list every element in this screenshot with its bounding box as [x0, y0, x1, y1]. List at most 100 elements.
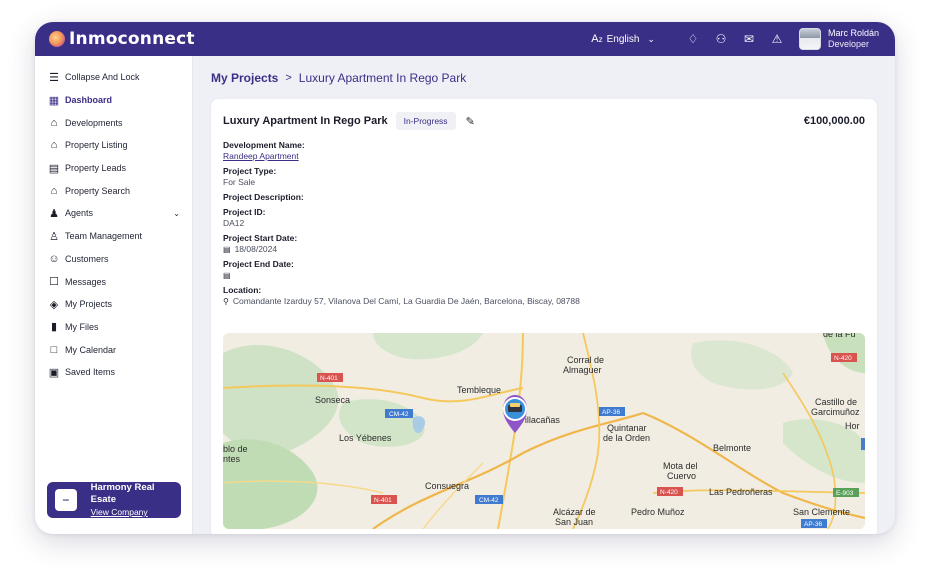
map-place-label: Belmonte: [713, 443, 751, 453]
sidebar-item-collapse[interactable]: ☰ Collapse And Lock: [35, 66, 192, 89]
sidebar-item-developments[interactable]: ⌂ Developments: [35, 111, 192, 134]
property-listing-icon: ⌂: [50, 139, 58, 152]
map-place-label: Mota del: [663, 461, 698, 471]
river: [861, 438, 865, 450]
project-type-value: For Sale: [223, 177, 256, 187]
svg-text:N-401: N-401: [374, 497, 392, 504]
language-selector[interactable]: Az English ⌄: [591, 33, 655, 45]
mail-icon[interactable]: ✉: [735, 32, 763, 46]
svg-text:CM-42: CM-42: [389, 411, 409, 418]
sidebar-item-property-listing[interactable]: ⌂ Property Listing: [35, 134, 192, 157]
sidebar-item-label: Collapse And Lock: [65, 72, 140, 83]
sidebar-item-label: Team Management: [65, 231, 143, 242]
sidebar-item-messages[interactable]: ☐ Messages: [35, 270, 192, 293]
map-place-label: San Juan: [555, 517, 593, 527]
development-name-label: Development Name:: [223, 140, 305, 150]
map-place-label: Alcázar de: [553, 507, 596, 517]
brand[interactable]: Inmoconnect: [49, 29, 195, 49]
location: ⚲ Comandante Izarduy 57, Vilanova Del Cam…: [223, 296, 863, 307]
user-name: Marc Roldán: [827, 28, 879, 38]
user-menu[interactable]: Marc Roldán Developer: [798, 28, 879, 50]
project-header: Luxury Apartment In Rego Park In-Progres…: [223, 111, 865, 131]
sidebar: ☰ Collapse And Lock ▦ Dashboard ⌂ Develo…: [35, 56, 193, 534]
top-navbar: Inmoconnect Az English ⌄ ♢ ⚇ ✉ ⚠ Marc Ro…: [35, 22, 895, 56]
svg-text:E-903: E-903: [836, 490, 854, 497]
avatar: [798, 28, 821, 50]
sidebar-item-label: Saved Items: [65, 367, 116, 378]
sidebar-item-agents[interactable]: ♟ Agents ⌄: [35, 202, 192, 225]
user-role: Developer: [827, 39, 869, 49]
bell-icon[interactable]: ♢: [679, 32, 707, 46]
location-value: Comandante Izarduy 57, Vilanova Del Camí…: [232, 296, 580, 306]
development-name-link[interactable]: Randeep Apartment: [223, 151, 863, 162]
location-map[interactable]: N-401 CM-42 AP-36 N-420 E-903 N-401 CM-4…: [223, 333, 865, 529]
sidebar-item-property-leads[interactable]: ▤ Property Leads: [35, 157, 192, 180]
project-title: Luxury Apartment In Rego Park: [223, 115, 388, 127]
status-badge: In-Progress: [395, 112, 456, 130]
team-icon: ♙: [49, 230, 59, 243]
sidebar-item-my-projects[interactable]: ◈ My Projects: [35, 293, 192, 316]
breadcrumb-root[interactable]: My Projects: [211, 71, 278, 85]
map-canvas[interactable]: N-401 CM-42 AP-36 N-420 E-903 N-401 CM-4…: [223, 333, 865, 529]
project-id-value: DA12: [223, 218, 245, 228]
sidebar-item-my-calendar[interactable]: □ My Calendar: [35, 338, 192, 361]
map-place-label: Almaguer: [563, 365, 602, 375]
calendar-icon: ▤: [223, 245, 231, 254]
sidebar-item-label: Developments: [65, 117, 123, 128]
sidebar-item-dashboard[interactable]: ▦ Dashboard: [35, 89, 192, 112]
project-start-date-label: Project Start Date:: [223, 233, 298, 243]
project-id-label: Project ID:: [223, 207, 266, 217]
svg-text:CM-42: CM-42: [479, 497, 499, 504]
sidebar-item-team-management[interactable]: ♙ Team Management: [35, 225, 192, 248]
map-place-label: Corral de: [567, 355, 604, 365]
alert-bell-icon[interactable]: ⚠: [763, 32, 791, 46]
map-place-label: Quintanar: [607, 423, 647, 433]
sidebar-item-saved-items[interactable]: ▣ Saved Items: [35, 361, 192, 384]
company-logo-icon: ▬: [55, 489, 77, 511]
app-window: Inmoconnect Az English ⌄ ♢ ⚇ ✉ ⚠ Marc Ro…: [35, 22, 895, 534]
view-company-link[interactable]: View Company: [91, 506, 181, 518]
projects-icon: ◈: [49, 298, 59, 311]
start-date-value: 18/08/2024: [234, 244, 278, 254]
messages-icon: ☐: [49, 276, 59, 289]
project-card: Luxury Apartment In Rego Park In-Progres…: [211, 99, 877, 534]
map-place-label: Cuervo: [667, 471, 696, 481]
sidebar-item-label: My Projects: [65, 299, 113, 310]
sidebar-item-label: Customers: [65, 253, 109, 264]
map-place-label: Pedro Muñoz: [631, 507, 685, 517]
project-description-label: Project Description:: [223, 192, 304, 202]
road-shield: AP-36: [801, 519, 827, 528]
company-name: Harmony Real Esate: [90, 482, 155, 505]
translate-icon: Az: [591, 33, 603, 45]
road-shield: AP-36: [599, 407, 625, 416]
company-card[interactable]: ▬ Harmony Real Esate View Company: [47, 482, 181, 518]
svg-text:AP-36: AP-36: [804, 521, 822, 528]
developments-icon: ⌂: [50, 116, 58, 129]
edit-icon[interactable]: ✎: [466, 115, 475, 128]
brand-logo-icon: [49, 31, 65, 47]
sidebar-item-label: Property Listing: [65, 140, 128, 151]
map-place-label: de la Fu: [823, 333, 856, 339]
map-place-label: Garcimuñoz: [811, 407, 860, 417]
files-icon: ▮: [50, 321, 58, 334]
sidebar-item-customers[interactable]: ☺ Customers: [35, 248, 192, 271]
language-label: English: [606, 33, 640, 45]
project-start-date: ▤ 18/08/2024: [223, 244, 863, 255]
calendar-icon: □: [50, 343, 58, 356]
user-share-icon[interactable]: ⚇: [707, 32, 735, 46]
map-place-label: Las Pedroñeras: [709, 487, 773, 497]
svg-text:N-401: N-401: [320, 375, 338, 382]
map-place-label: ntes: [223, 454, 241, 464]
breadcrumb: My Projects > Luxury Apartment In Rego P…: [211, 71, 466, 85]
map-place-label: Tembleque: [457, 385, 501, 395]
brand-name: Inmoconnect: [69, 29, 195, 49]
dashboard-icon: ▦: [48, 94, 60, 107]
breadcrumb-current: Luxury Apartment In Rego Park: [298, 71, 467, 85]
map-place-label: Hor: [845, 421, 860, 431]
project-details: Development Name: Randeep Apartment Proj…: [223, 140, 863, 311]
sidebar-item-property-search[interactable]: ⌂ Property Search: [35, 179, 192, 202]
sidebar-item-my-files[interactable]: ▮ My Files: [35, 316, 192, 339]
chevron-down-icon[interactable]: ⌄: [173, 209, 180, 218]
map-place-label: Sonseca: [315, 395, 350, 405]
sidebar-item-label: Property Leads: [65, 163, 127, 174]
